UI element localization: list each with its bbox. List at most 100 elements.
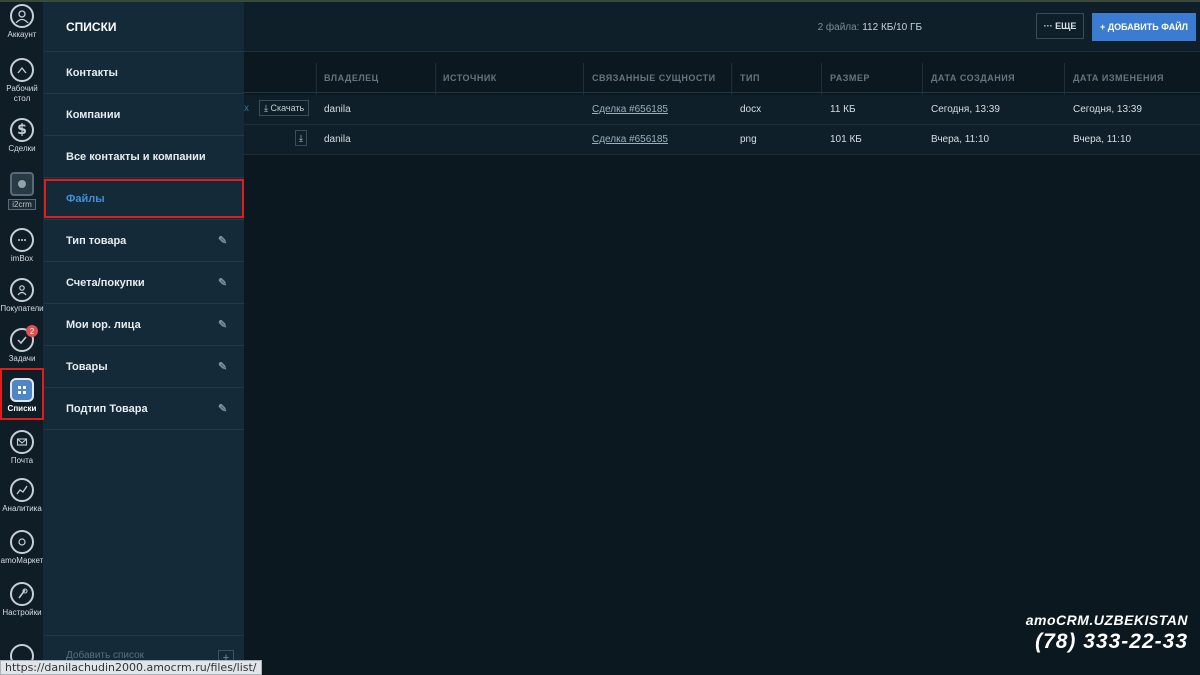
- rail-item-settings[interactable]: Настройки: [0, 582, 44, 618]
- panel-item-files[interactable]: Файлы: [44, 178, 244, 220]
- pencil-icon[interactable]: ✎: [218, 234, 230, 247]
- dashboard-icon: [10, 58, 34, 82]
- cell-entity-link[interactable]: Сделка #656185: [592, 134, 668, 145]
- cell-size: 11 КБ: [830, 104, 856, 115]
- settings-icon: [10, 582, 34, 606]
- rail-label: Почта: [10, 456, 34, 465]
- watermark-brand: amoCRM.UZBEKISTAN: [1025, 612, 1188, 628]
- column-header-source[interactable]: ИСТОЧНИК: [443, 73, 497, 83]
- rail-item-imbox[interactable]: imBox: [0, 228, 44, 264]
- dollar-icon: $: [10, 118, 34, 142]
- cell-size: 101 КБ: [830, 134, 862, 145]
- panel-item-label: Все контакты и компании: [66, 150, 206, 163]
- rail-label: Аккаунт: [7, 30, 37, 39]
- pencil-icon[interactable]: ✎: [218, 276, 230, 289]
- i2crm-icon: [10, 172, 34, 196]
- tasks-count-badge: 2: [26, 325, 38, 337]
- table-row[interactable]: x ⤓ Скачать danila Сделка #656185 docx 1…: [244, 95, 1200, 125]
- panel-item-label: Тип товара: [66, 234, 127, 247]
- rail-item-lists[interactable]: Списки: [0, 368, 44, 420]
- panel-item-companies[interactable]: Компании: [44, 94, 244, 136]
- storage-quota: 2 файла: 112 КБ/10 ГБ: [818, 22, 922, 33]
- panel-item-product-subtype[interactable]: Подтип Товара ✎: [44, 388, 244, 430]
- lists-icon: [10, 378, 34, 402]
- rail-item-dashboard[interactable]: Рабочий стол: [0, 58, 44, 104]
- more-button[interactable]: ··· ЕЩЕ: [1036, 13, 1084, 39]
- cell-type: png: [740, 134, 757, 145]
- rail-item-tasks[interactable]: 2 Задачи: [0, 325, 44, 364]
- rail-label: amoМаркет: [0, 556, 44, 565]
- add-file-button[interactable]: + ДОБАВИТЬ ФАЙЛ: [1092, 13, 1196, 41]
- status-bar-url: https://danilachudin2000.amocrm.ru/files…: [0, 660, 262, 675]
- rail-label: i2crm: [8, 199, 36, 210]
- cell-created: Вчера, 11:10: [931, 134, 990, 145]
- cell-owner: danila: [324, 104, 351, 115]
- download-button[interactable]: ⤓: [295, 130, 307, 146]
- cell-owner: danila: [324, 134, 351, 145]
- column-header-type[interactable]: ТИП: [740, 73, 760, 83]
- lists-dropdown-panel: СПИСКИ Контакты Компании Все контакты и …: [44, 2, 244, 675]
- page-header: 2 файла: 112 КБ/10 ГБ ··· ЕЩЕ + ДОБАВИТЬ…: [244, 2, 1200, 52]
- column-header-entities[interactable]: СВЯЗАННЫЕ СУЩНОСТИ: [592, 73, 716, 83]
- cell-modified: Вчера, 11:10: [1073, 134, 1132, 145]
- market-icon: [10, 530, 34, 554]
- plus-icon: +: [1100, 22, 1108, 32]
- panel-item-label: Мои юр. лица: [66, 318, 141, 331]
- analytics-icon: [10, 478, 34, 502]
- brand-watermark: amoCRM.UZBEKISTAN (78) 333-22-33: [1026, 612, 1188, 654]
- rail-item-customers[interactable]: Покупатели: [0, 278, 44, 314]
- column-header-created[interactable]: ДАТА СОЗДАНИЯ: [931, 73, 1015, 83]
- rail-item-market[interactable]: amoМаркет: [0, 530, 44, 566]
- panel-title: СПИСКИ: [44, 2, 244, 52]
- rail-label: Списки: [7, 404, 37, 413]
- panel-item-label: Подтип Товара: [66, 402, 148, 415]
- panel-item-label: Файлы: [66, 192, 105, 205]
- rail-item-account[interactable]: Аккаунт: [0, 4, 44, 40]
- panel-item-label: Товары: [66, 360, 108, 373]
- rail-label: Покупатели: [0, 304, 44, 313]
- quota-prefix: 2 файла:: [817, 22, 860, 33]
- watermark-phone: (78) 333-22-33: [1035, 630, 1188, 653]
- table-row[interactable]: ⤓ danila Сделка #656185 png 101 КБ Вчера…: [244, 125, 1200, 155]
- pencil-icon[interactable]: ✎: [218, 402, 230, 415]
- rail-label: Сделки: [8, 144, 36, 153]
- panel-item-label: Компании: [66, 108, 121, 121]
- cell-type: docx: [740, 104, 762, 115]
- pencil-icon[interactable]: ✎: [218, 318, 230, 331]
- chat-icon: [10, 228, 34, 252]
- column-header-modified[interactable]: ДАТА ИЗМЕНЕНИЯ: [1073, 73, 1164, 83]
- more-dots-icon: ···: [1043, 21, 1056, 31]
- table-header: ВЛАДЕЛЕЦ ИСТОЧНИК СВЯЗАННЫЕ СУЩНОСТИ ТИП…: [244, 63, 1200, 93]
- user-icon: [10, 4, 34, 28]
- column-header-size[interactable]: РАЗМЕР: [830, 73, 870, 83]
- more-label: ЕЩЕ: [1055, 21, 1077, 31]
- panel-item-product-type[interactable]: Тип товара ✎: [44, 220, 244, 262]
- customers-icon: [10, 278, 34, 302]
- file-name-tail[interactable]: x: [244, 103, 249, 114]
- panel-item-products[interactable]: Товары ✎: [44, 346, 244, 388]
- rail-label: Настройки: [2, 608, 42, 617]
- rail-item-analytics[interactable]: Аналитика: [0, 478, 44, 514]
- cell-created: Сегодня, 13:39: [931, 104, 1000, 115]
- rail-label: Задачи: [8, 354, 36, 363]
- add-file-label: ДОБАВИТЬ ФАЙЛ: [1107, 22, 1188, 32]
- column-header-owner[interactable]: ВЛАДЕЛЕЦ: [324, 73, 379, 83]
- download-icon: ⤓: [299, 132, 303, 143]
- panel-item-label: Счета/покупки: [66, 276, 145, 289]
- quota-value: 112 КБ/10 ГБ: [862, 22, 922, 33]
- download-label: Скачать: [270, 103, 305, 113]
- cell-entity-link[interactable]: Сделка #656185: [592, 104, 668, 115]
- rail-label: Рабочий стол: [6, 84, 38, 103]
- download-button[interactable]: ⤓ Скачать: [259, 100, 310, 116]
- pencil-icon[interactable]: ✎: [218, 360, 230, 373]
- panel-item-all-contacts[interactable]: Все контакты и компании: [44, 136, 244, 178]
- panel-item-contacts[interactable]: Контакты: [44, 52, 244, 94]
- rail-item-deals[interactable]: $ Сделки: [0, 118, 44, 154]
- panel-item-legal-entities[interactable]: Мои юр. лица ✎: [44, 304, 244, 346]
- cell-modified: Сегодня, 13:39: [1073, 104, 1142, 115]
- rail-item-i2crm[interactable]: i2crm: [0, 172, 44, 210]
- mail-icon: [10, 430, 34, 454]
- rail-item-mail[interactable]: Почта: [0, 430, 44, 466]
- rail-label: Аналитика: [2, 504, 42, 513]
- panel-item-invoices[interactable]: Счета/покупки ✎: [44, 262, 244, 304]
